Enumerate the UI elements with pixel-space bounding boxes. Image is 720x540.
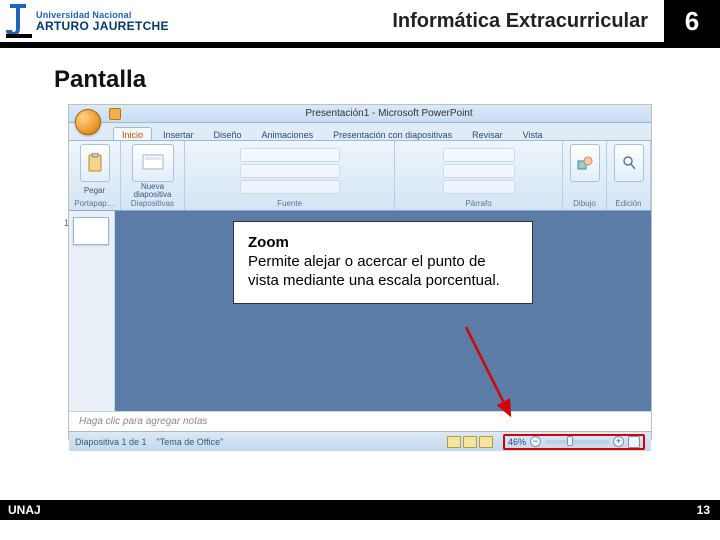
- new-slide-icon: [142, 154, 164, 172]
- view-buttons: [447, 436, 493, 448]
- ribbon: Pegar Portapap… Nueva diapositiva Diapos…: [69, 141, 651, 211]
- drawing-button[interactable]: [570, 144, 600, 182]
- tab-revisar[interactable]: Revisar: [463, 127, 512, 140]
- arrow-icon: [460, 323, 520, 423]
- view-normal-button[interactable]: [447, 436, 461, 448]
- editing-button[interactable]: [614, 144, 644, 182]
- paste-button[interactable]: [80, 144, 110, 182]
- tab-animaciones[interactable]: Animaciones: [253, 127, 323, 140]
- slide-canvas: Zoom Permite alejar o acercar el punto d…: [115, 211, 651, 411]
- tab-vista[interactable]: Vista: [514, 127, 552, 140]
- footer-left: UNAJ: [0, 503, 41, 517]
- group-editing-label: Edición: [615, 199, 641, 210]
- group-slides-label: Diapositivas: [131, 199, 174, 210]
- zoom-control-highlight: 46% − +: [503, 434, 645, 450]
- office-button-icon[interactable]: [75, 109, 101, 135]
- slide-thumbnails: [69, 211, 115, 411]
- view-sorter-button[interactable]: [463, 436, 477, 448]
- zoom-out-button[interactable]: −: [530, 436, 541, 447]
- section-heading: Pantalla: [54, 66, 146, 94]
- zoom-percent[interactable]: 46%: [508, 437, 526, 447]
- slide-thumbnail-1[interactable]: [73, 217, 109, 245]
- status-bar: Diapositiva 1 de 1 "Tema de Office" 46% …: [69, 431, 651, 451]
- window-title-bar: Presentación1 - Microsoft PowerPoint: [69, 105, 651, 123]
- course-title: Informática Extracurricular: [392, 10, 664, 33]
- tab-diseno[interactable]: Diseño: [205, 127, 251, 140]
- group-font-label: Fuente: [277, 199, 302, 210]
- callout-body: Permite alejar o acercar el punto de vis…: [248, 253, 518, 291]
- find-icon: [622, 155, 636, 171]
- university-logo: Universidad Nacional ARTURO JAURETCHE: [0, 0, 169, 42]
- powerpoint-screenshot: Presentación1 - Microsoft PowerPoint Ini…: [68, 104, 652, 440]
- zoom-slider[interactable]: [545, 440, 609, 444]
- tab-insertar[interactable]: Insertar: [154, 127, 203, 140]
- footer-page-number: 13: [697, 503, 720, 517]
- zoom-fit-button[interactable]: [628, 436, 640, 448]
- notes-pane[interactable]: Haga clic para agregar notas: [69, 411, 651, 431]
- group-paragraph-label: Párrafo: [465, 199, 491, 210]
- view-slideshow-button[interactable]: [479, 436, 493, 448]
- zoom-in-button[interactable]: +: [613, 436, 624, 447]
- clipboard-icon: [87, 153, 103, 173]
- status-theme: "Tema de Office": [157, 437, 224, 447]
- zoom-slider-thumb[interactable]: [567, 436, 573, 446]
- new-slide-button[interactable]: [132, 144, 174, 182]
- logo-line2: ARTURO JAURETCHE: [36, 20, 169, 32]
- group-clipboard-label: Portapap…: [74, 199, 114, 210]
- document-icon: [109, 108, 121, 120]
- zoom-callout: Zoom Permite alejar o acercar el punto d…: [233, 221, 533, 304]
- unit-number: 6: [664, 0, 720, 42]
- callout-title: Zoom: [248, 234, 518, 251]
- group-drawing-label: Dibujo: [573, 199, 596, 210]
- status-slide-count: Diapositiva 1 de 1: [75, 437, 147, 447]
- logo-mark-icon: [6, 4, 32, 38]
- shapes-icon: [577, 155, 593, 171]
- ribbon-tabs: Inicio Insertar Diseño Animaciones Prese…: [69, 123, 651, 141]
- window-title: Presentación1 - Microsoft PowerPoint: [127, 108, 651, 119]
- tab-inicio[interactable]: Inicio: [113, 127, 152, 140]
- paste-label: Pegar: [84, 186, 105, 195]
- new-slide-label: Nueva diapositiva: [134, 183, 172, 199]
- tab-presentacion[interactable]: Presentación con diapositivas: [324, 127, 461, 140]
